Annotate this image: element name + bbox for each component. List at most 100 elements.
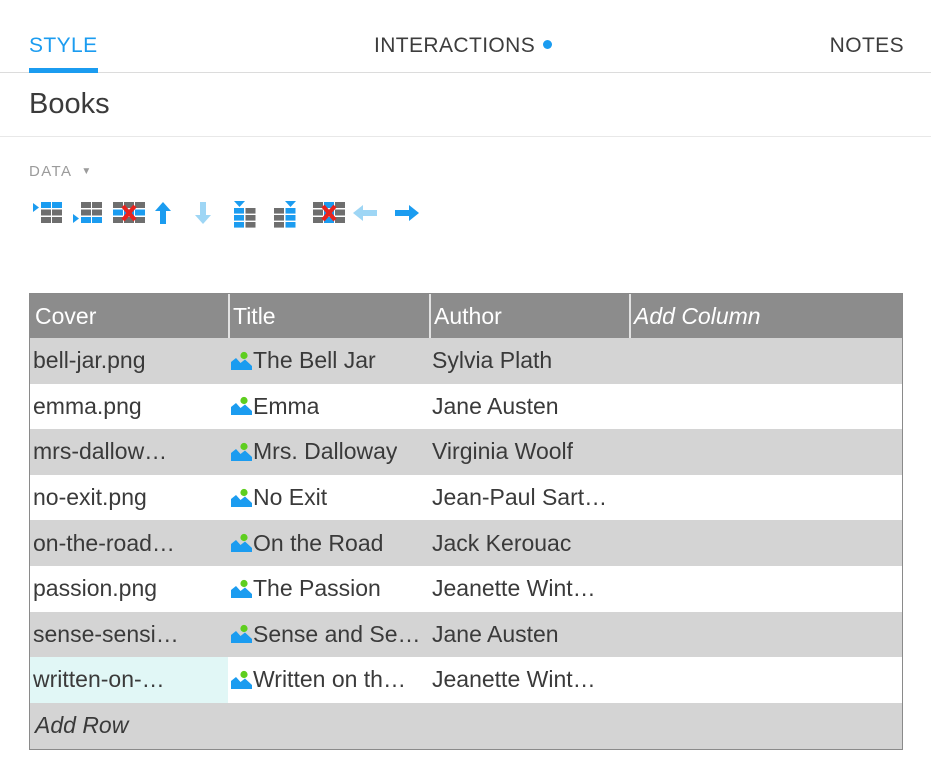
cell-title[interactable]: No Exit bbox=[228, 475, 429, 521]
table-row[interactable]: passion.png The Passion Jeanette Wint… bbox=[30, 565, 902, 612]
cell-author[interactable]: Jean-Paul Sart… bbox=[429, 475, 629, 521]
chevron-down-icon: ▼ bbox=[81, 165, 93, 177]
cell-cover-text: written-on-… bbox=[33, 666, 165, 693]
delete-row-button[interactable] bbox=[112, 198, 152, 230]
cell-title-text: Sense and Se… bbox=[253, 620, 421, 647]
insert-row-above-icon bbox=[33, 202, 62, 223]
cell-cover-text: passion.png bbox=[33, 575, 158, 602]
insert-column-left-button[interactable] bbox=[232, 198, 272, 230]
arrow-left-icon bbox=[353, 205, 377, 221]
cell-cover-text: emma.png bbox=[33, 392, 142, 419]
cell-cover[interactable]: bell-jar.png bbox=[30, 338, 228, 384]
column-header-title[interactable]: Title bbox=[228, 294, 429, 338]
cell-cover[interactable]: written-on-… bbox=[30, 657, 228, 703]
cell-add-column[interactable] bbox=[629, 520, 902, 566]
delete-column-button[interactable] bbox=[312, 198, 352, 230]
cell-author-text: Jane Austen bbox=[432, 620, 559, 647]
cell-author[interactable]: Jeanette Wint… bbox=[429, 566, 629, 612]
tab-interactions[interactable]: INTERACTIONS bbox=[374, 34, 553, 72]
insert-row-below-icon bbox=[73, 202, 102, 223]
image-thumbnail-icon bbox=[231, 396, 252, 416]
cell-author[interactable]: Sylvia Plath bbox=[429, 338, 629, 384]
cell-cover-text: on-the-road… bbox=[33, 529, 175, 556]
cell-author-text: Jane Austen bbox=[432, 392, 559, 419]
table-body: bell-jar.png The Bell Jar Sylvia Plath emma… bbox=[30, 338, 902, 703]
cell-author-text: Jeanette Wint… bbox=[432, 666, 596, 693]
cell-add-column[interactable] bbox=[629, 384, 902, 430]
cell-cover[interactable]: passion.png bbox=[30, 566, 228, 612]
cell-author[interactable]: Jeanette Wint… bbox=[429, 657, 629, 703]
cell-title-text: Written on th… bbox=[253, 666, 406, 693]
move-column-left-button[interactable] bbox=[352, 198, 392, 230]
cell-author[interactable]: Virginia Woolf bbox=[429, 429, 629, 475]
cell-title[interactable]: Emma bbox=[228, 384, 429, 430]
cell-title[interactable]: The Passion bbox=[228, 566, 429, 612]
data-table: Cover Title Author Add Column bell-jar.p… bbox=[29, 293, 903, 750]
section-header-data[interactable]: DATA ▼ bbox=[0, 137, 139, 180]
column-header-cover[interactable]: Cover bbox=[30, 294, 228, 338]
cell-add-column[interactable] bbox=[629, 612, 902, 658]
column-header-author[interactable]: Author bbox=[429, 294, 629, 338]
move-row-down-button[interactable] bbox=[192, 198, 232, 230]
table-row[interactable]: no-exit.png No Exit Jean-Paul Sart… bbox=[30, 474, 902, 521]
cell-cover[interactable]: emma.png bbox=[30, 384, 228, 430]
cell-author-text: Jean-Paul Sart… bbox=[432, 484, 608, 511]
tab-notes-label: NOTES bbox=[829, 34, 904, 57]
delete-row-icon bbox=[113, 202, 145, 223]
table-row[interactable]: emma.png Emma Jane Austen bbox=[30, 383, 902, 430]
cell-cover-text: bell-jar.png bbox=[33, 347, 146, 374]
cell-author[interactable]: Jane Austen bbox=[429, 612, 629, 658]
cell-add-column[interactable] bbox=[629, 338, 902, 384]
cell-title[interactable]: Written on th… bbox=[228, 657, 429, 703]
delete-column-icon bbox=[313, 202, 345, 223]
insert-row-above-button[interactable] bbox=[32, 198, 72, 230]
column-header-add-column[interactable]: Add Column bbox=[629, 294, 902, 338]
cell-title-text: No Exit bbox=[253, 484, 328, 511]
cell-add-column[interactable] bbox=[629, 475, 902, 521]
cell-title[interactable]: Sense and Se… bbox=[228, 612, 429, 658]
page-title: Books bbox=[29, 88, 110, 120]
table-row[interactable]: written-on-… Written on th… Jeanette Wint… bbox=[30, 657, 902, 703]
image-thumbnail-icon bbox=[231, 579, 252, 599]
move-column-right-button[interactable] bbox=[392, 198, 432, 230]
cell-add-column[interactable] bbox=[629, 429, 902, 475]
insert-row-below-button[interactable] bbox=[72, 198, 112, 230]
cell-title[interactable]: On the Road bbox=[228, 520, 429, 566]
table-row[interactable]: sense-sensi… Sense and Se… Jane Austen bbox=[30, 611, 902, 658]
cell-cover[interactable]: sense-sensi… bbox=[30, 612, 228, 658]
arrow-right-icon bbox=[395, 205, 419, 221]
cell-title[interactable]: Mrs. Dalloway bbox=[228, 429, 429, 475]
cell-cover[interactable]: on-the-road… bbox=[30, 520, 228, 566]
cell-title[interactable]: The Bell Jar bbox=[228, 338, 429, 384]
cell-title-text: Mrs. Dalloway bbox=[253, 438, 398, 465]
cell-author-text: Jeanette Wint… bbox=[432, 575, 596, 602]
image-thumbnail-icon bbox=[231, 488, 252, 508]
cell-cover-text: sense-sensi… bbox=[33, 620, 179, 647]
cell-title-text: On the Road bbox=[253, 529, 384, 556]
move-row-up-button[interactable] bbox=[152, 198, 192, 230]
cell-add-column[interactable] bbox=[629, 566, 902, 612]
insert-column-right-button[interactable] bbox=[272, 198, 312, 230]
table-toolbar bbox=[0, 197, 931, 231]
page-title-bar: Books bbox=[0, 73, 931, 137]
cell-author[interactable]: Jack Kerouac bbox=[429, 520, 629, 566]
cell-cover-text: mrs-dallow… bbox=[33, 438, 168, 465]
cell-author[interactable]: Jane Austen bbox=[429, 384, 629, 430]
table-header-row: Cover Title Author Add Column bbox=[30, 294, 902, 338]
cell-cover[interactable]: mrs-dallow… bbox=[30, 429, 228, 475]
table-row[interactable]: mrs-dallow… Mrs. Dalloway Virginia Woolf bbox=[30, 429, 902, 475]
tab-notes[interactable]: NOTES bbox=[830, 34, 904, 72]
interactions-indicator-dot bbox=[543, 39, 553, 49]
arrow-down-icon bbox=[195, 202, 211, 224]
image-thumbnail-icon bbox=[231, 351, 252, 371]
cell-cover-text: no-exit.png bbox=[33, 484, 147, 511]
table-row[interactable]: on-the-road… On the Road Jack Kerouac bbox=[30, 520, 902, 566]
cell-add-column[interactable] bbox=[629, 657, 902, 703]
image-thumbnail-icon bbox=[231, 624, 252, 644]
tab-style[interactable]: STYLE bbox=[29, 34, 98, 73]
cell-cover[interactable]: no-exit.png bbox=[30, 475, 228, 521]
top-tab-bar: STYLE INTERACTIONS NOTES bbox=[0, 0, 931, 73]
add-row-button[interactable]: Add Row bbox=[30, 702, 902, 749]
arrow-up-icon bbox=[155, 202, 171, 224]
table-row[interactable]: bell-jar.png The Bell Jar Sylvia Plath bbox=[30, 338, 902, 384]
